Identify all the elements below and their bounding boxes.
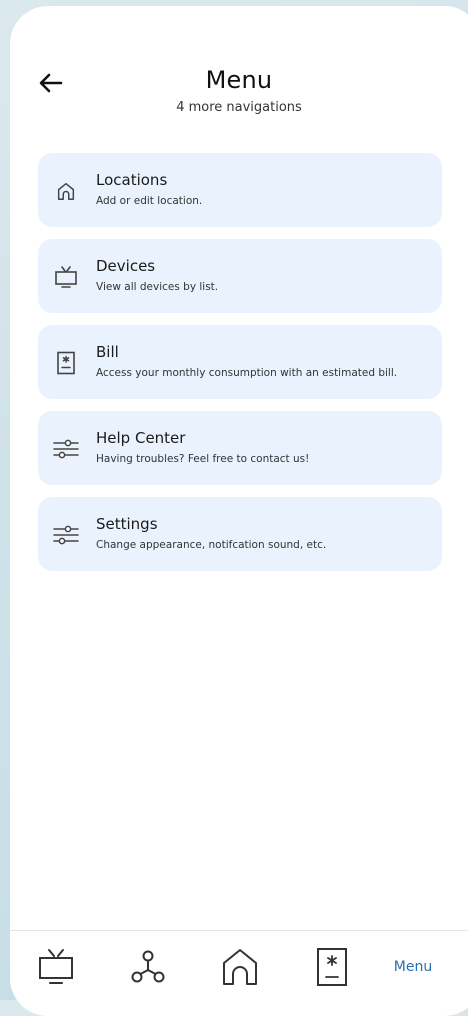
menu-item-description: Change appearance, notifcation sound, et… <box>96 539 327 551</box>
nav-network[interactable] <box>124 947 172 987</box>
nav-menu-label: Menu <box>393 959 433 975</box>
sliders-icon <box>52 521 80 549</box>
menu-item-description: Access your monthly consumption with an … <box>96 367 398 379</box>
menu-item-title: Devices <box>96 257 156 275</box>
nav-menu[interactable]: Menu <box>382 947 444 987</box>
menu-item-devices[interactable]: Devices View all devices by list. <box>38 239 442 313</box>
nav-home[interactable] <box>216 947 264 987</box>
home-icon <box>223 949 257 985</box>
bill-icon <box>317 948 347 986</box>
bill-icon <box>52 349 80 377</box>
menu-item-title: Bill <box>96 343 119 361</box>
nav-bill[interactable] <box>308 947 356 987</box>
menu-list: Locations Add or edit location. Devices … <box>38 153 442 583</box>
menu-item-help-center[interactable]: Help Center Having troubles? Feel free t… <box>38 411 442 485</box>
bottom-nav: Menu <box>10 930 468 1011</box>
menu-item-title: Locations <box>96 171 168 189</box>
home-icon <box>52 177 80 205</box>
menu-item-description: Having troubles? Feel free to contact us… <box>96 453 310 465</box>
tv-icon <box>39 949 73 984</box>
network-icon <box>131 950 165 983</box>
nav-devices[interactable] <box>32 947 80 987</box>
page-title: Menu <box>205 66 273 94</box>
menu-item-description: Add or edit location. <box>96 195 203 207</box>
menu-item-description: View all devices by list. <box>96 281 219 293</box>
menu-item-settings[interactable]: Settings Change appearance, notifcation … <box>38 497 442 571</box>
menu-item-bill[interactable]: Bill Access your monthly consumption wit… <box>38 325 442 399</box>
menu-item-locations[interactable]: Locations Add or edit location. <box>38 153 442 227</box>
page-subtitle: 4 more navigations <box>176 100 302 115</box>
tv-icon <box>52 263 80 291</box>
menu-item-title: Settings <box>96 515 158 533</box>
header: Menu 4 more navigations <box>10 6 468 146</box>
menu-item-title: Help Center <box>96 429 186 447</box>
phone-screen: Menu 4 more navigations Locations Add or… <box>10 6 468 1016</box>
sliders-icon <box>52 435 80 463</box>
